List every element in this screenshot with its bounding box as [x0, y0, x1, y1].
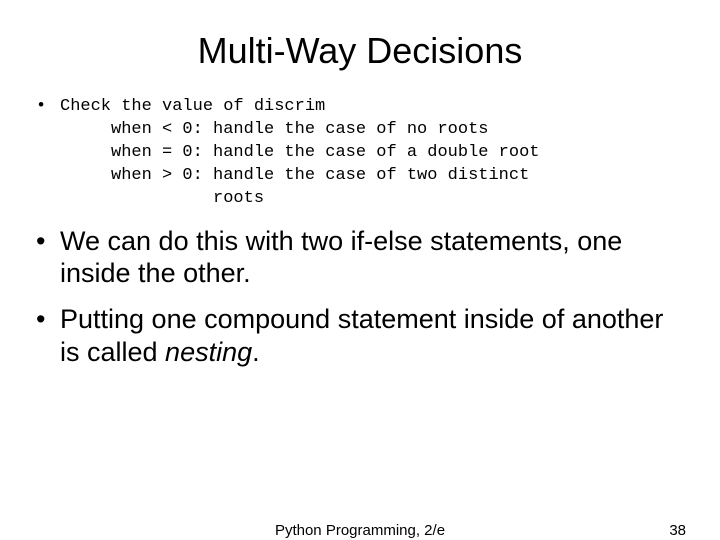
- bullet-list: Check the value of discrim when < 0: han…: [30, 96, 690, 368]
- slide: Multi-Way Decisions Check the value of d…: [0, 0, 720, 540]
- code-line-3: when = 0: handle the case of a double ro…: [60, 143, 539, 162]
- bullet3-part-b: .: [252, 337, 260, 367]
- code-line-1: Check the value of discrim: [60, 97, 325, 116]
- bullet3-em: nesting: [165, 337, 252, 367]
- code-line-5: roots: [60, 189, 264, 208]
- bullet-code: Check the value of discrim when < 0: han…: [36, 96, 690, 211]
- footer-text: Python Programming, 2/e: [275, 522, 445, 539]
- page-number: 38: [669, 522, 686, 539]
- slide-title: Multi-Way Decisions: [30, 30, 690, 72]
- bullet-text-2: Putting one compound statement inside of…: [36, 303, 690, 368]
- code-line-4: when > 0: handle the case of two distinc…: [60, 166, 529, 185]
- bullet-text-1: We can do this with two if-else statemen…: [36, 225, 690, 290]
- code-line-2: when < 0: handle the case of no roots: [60, 120, 488, 139]
- bullet3-part-a: Putting one compound statement inside of…: [60, 304, 663, 366]
